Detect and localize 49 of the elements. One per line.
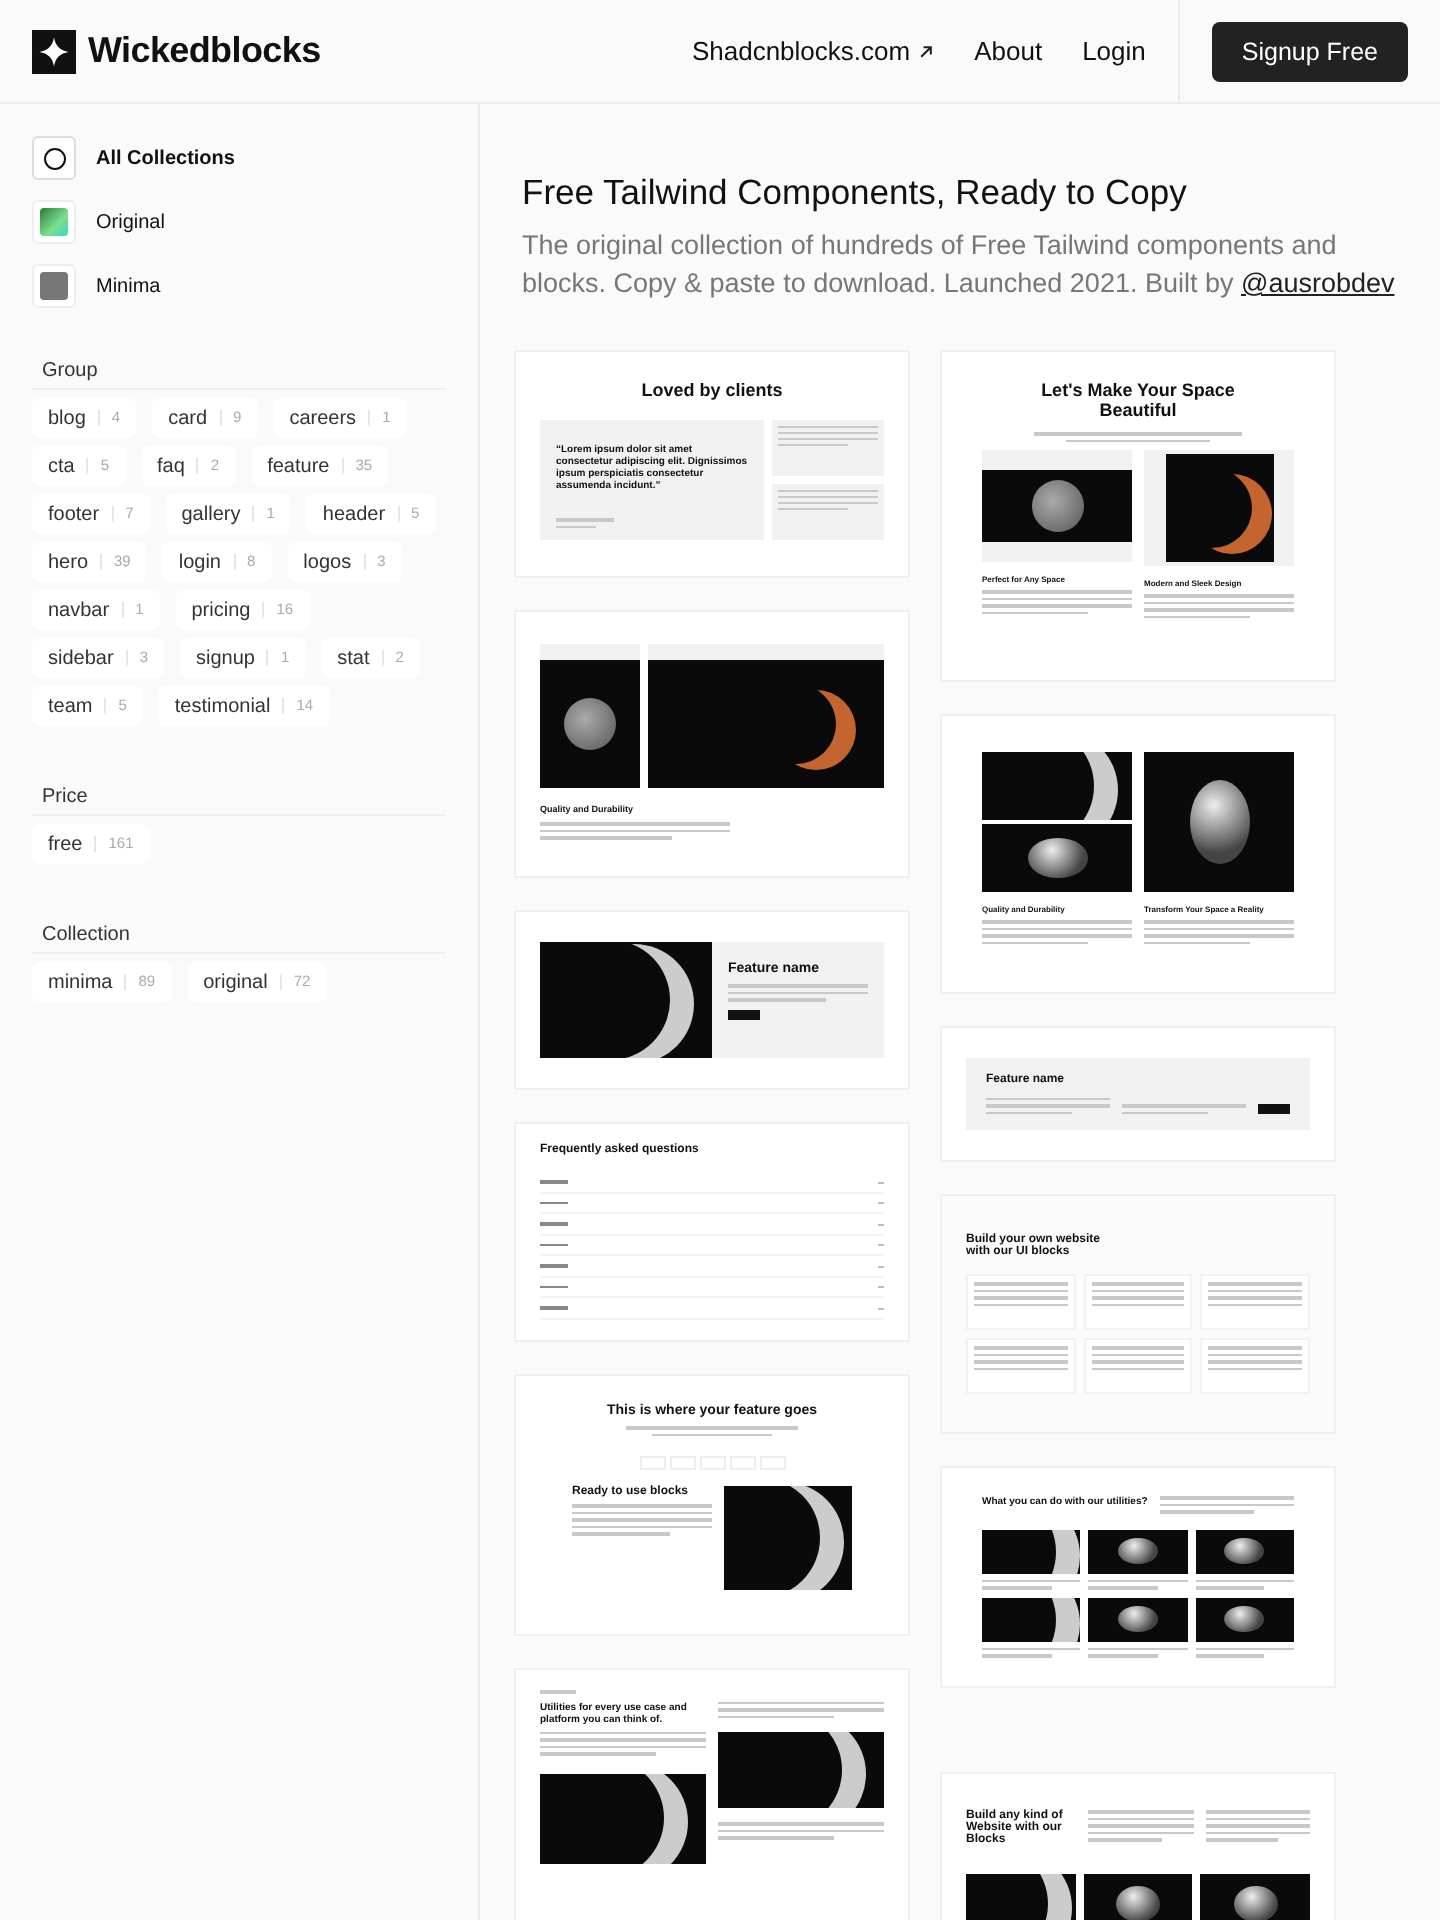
text-lines-drawing	[986, 1097, 1110, 1115]
moon-photo	[1165, 454, 1273, 562]
collection-item[interactable]: Minima	[32, 264, 446, 308]
sphere-photo	[1200, 1874, 1311, 1920]
signup-button[interactable]: Signup Free	[1211, 21, 1408, 81]
nav-link[interactable]: About	[974, 36, 1043, 66]
external-link-icon	[918, 43, 935, 59]
brand-name[interactable]: Wickedblocks	[88, 30, 321, 72]
text-lines-drawing	[1088, 1647, 1188, 1658]
text-lines-drawing	[1088, 1810, 1193, 1846]
text-lines-drawing	[1195, 1647, 1294, 1658]
moon-photo	[724, 1486, 852, 1590]
collection-item[interactable]: Original	[32, 200, 446, 244]
button-drawing	[1258, 1104, 1290, 1115]
preview-heading: Let's Make Your Space Beautiful	[1039, 380, 1237, 420]
preview-heading: Loved by clients	[639, 380, 785, 400]
square-icon	[32, 264, 76, 308]
text-lines-drawing	[556, 518, 614, 528]
sphere-photo	[1088, 1597, 1188, 1642]
text-lines-drawing	[1088, 1579, 1188, 1590]
moon-photo	[982, 1529, 1081, 1574]
collection-item[interactable]: All Collections	[32, 136, 446, 180]
text-lines-drawing	[1205, 1810, 1310, 1846]
author-link[interactable]: @ausrobdev	[1240, 268, 1395, 298]
nav-link[interactable]: Login	[1082, 36, 1146, 66]
text-lines-drawing	[777, 490, 878, 510]
page-title: Free Tailwind Components, Ready to Copy	[522, 172, 1189, 214]
moon-photo	[966, 1874, 1076, 1920]
sphere-photo	[1083, 1874, 1193, 1920]
sphere-photo	[1195, 1597, 1294, 1642]
nav-link[interactable]: Shadcnblocks.com	[691, 36, 935, 66]
sphere-photo	[1088, 1529, 1188, 1574]
text-lines-drawing	[1122, 1104, 1246, 1115]
text-lines-drawing	[1195, 1579, 1294, 1590]
section-heading: Collection	[32, 924, 446, 954]
moon-photo	[982, 1597, 1081, 1642]
text-lines-drawing	[572, 1504, 712, 1535]
button-drawing	[728, 1009, 760, 1019]
section-heading: Group	[32, 360, 446, 390]
text-lines-drawing	[982, 1579, 1081, 1590]
text-lines-drawing	[777, 426, 878, 446]
sphere-photo	[1195, 1529, 1294, 1574]
page-subtitle: The original collection of hundreds of Free Tailwind components and blocks. Copy & paste to download. Launched 2021. Built by @ausrobdev	[522, 228, 1397, 302]
text-lines-drawing	[1159, 1496, 1294, 1514]
logo-icon	[32, 29, 76, 73]
text-lines-drawing	[728, 984, 868, 1001]
section-heading: Price	[32, 786, 446, 816]
text-lines-drawing	[982, 1647, 1081, 1658]
gradient-square-icon	[32, 200, 76, 244]
